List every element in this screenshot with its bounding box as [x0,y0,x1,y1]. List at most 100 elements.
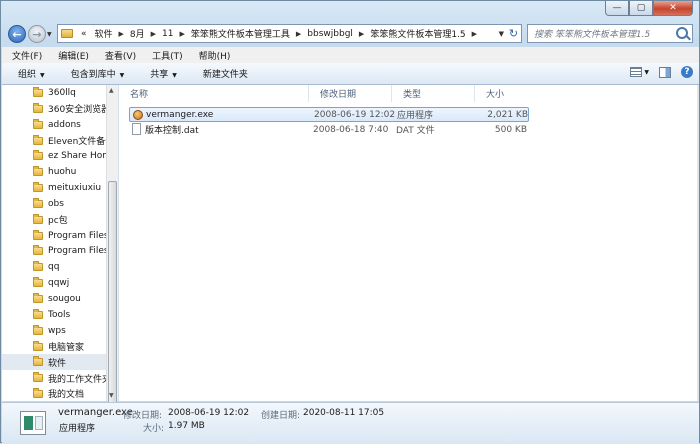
search-input[interactable]: 搜索 笨笨熊文件板本管理1.5 [527,24,693,43]
chevron-down-icon: ▼ [119,72,125,79]
file-type: DAT 文件 [396,126,435,136]
column-header-name[interactable]: 名称 [119,85,309,102]
address-bar[interactable]: « 软件 ▶ 8月 ▶ 11 ▶ 笨笨熊文件板本管理工具 ▶ bbswjbbgl… [57,24,507,43]
sidebar-item[interactable]: huohu [2,164,118,180]
sidebar-item[interactable]: 360llq [2,85,118,101]
sidebar-item[interactable]: Eleven文件备份 [2,133,118,149]
sidebar-item[interactable]: 我的文档 [2,386,118,401]
breadcrumb-item[interactable]: 笨笨熊文件板本管理工具 [187,27,294,40]
chevron-right-icon[interactable]: ▶ [470,30,479,38]
chevron-down-icon[interactable]: ▼ [644,69,649,76]
window-controls: — ▢ ✕ [605,1,693,16]
sidebar-item-label: 360安全浏览器 [48,105,111,116]
organize-label: 组织 [18,70,37,80]
new-folder-label: 新建文件夹 [202,70,248,80]
include-in-library-button[interactable]: 包含到库中 ▼ [55,67,135,80]
details-file-name: vermanger.exe [58,407,133,418]
details-modified-label: 修改日期: [123,411,163,421]
close-button[interactable]: ✕ [653,1,693,16]
view-controls: ▼ ? [630,66,693,78]
view-options-icon[interactable] [630,67,643,77]
sidebar-item-label: meituxiuxiu [48,182,102,193]
file-icon [132,123,141,135]
sidebar-item[interactable]: obs [2,196,118,212]
search-icon[interactable] [676,27,688,39]
file-row[interactable]: 版本控制.dat 2008-06-18 7:40 DAT 文件 500 KB [129,122,529,137]
sidebar-item[interactable]: addons [2,117,118,133]
app-icon [133,110,143,120]
sidebar-item-label: 我的工作文件夹 [48,374,112,385]
sidebar-item[interactable]: 电脑管家 [2,339,118,355]
column-header-size[interactable]: 大小 [475,85,529,102]
folder-icon [33,102,43,113]
chevron-right-icon[interactable]: ▶ [357,30,366,38]
navigation-scrollbar[interactable]: ▲ ▼ [106,85,118,413]
organize-button[interactable]: 组织 ▼ [2,67,55,80]
chevron-right-icon[interactable]: ▶ [178,30,187,38]
sidebar-item[interactable]: pc包 [2,212,118,228]
folder-icon [33,150,43,161]
menu-tools[interactable]: 工具(T) [142,49,189,62]
sidebar-item[interactable]: qqwj [2,275,118,291]
sidebar-item-label: wps [48,325,66,336]
chevron-down-icon: ▼ [172,72,177,79]
share-label: 共享 [150,70,169,80]
sidebar-item-label: 我的文档 [48,390,85,401]
breadcrumb-overflow[interactable]: « [77,29,91,39]
sidebar-item[interactable]: ez Share Hom [2,148,118,164]
file-row[interactable]: vermanger.exe 2008-06-19 12:02 应用程序 2,02… [129,107,529,122]
chevron-right-icon[interactable]: ▶ [149,30,158,38]
search-placeholder: 搜索 笨笨熊文件板本管理1.5 [534,30,651,40]
chevron-down-icon: ▼ [40,72,45,79]
sidebar-item-label: pc包 [48,216,68,227]
column-header-type[interactable]: 类型 [392,85,475,102]
sidebar-item[interactable]: 360安全浏览器 [2,101,118,117]
sidebar-item-label: 软件 [48,358,67,369]
scrollbar-thumb[interactable] [108,181,117,413]
sidebar-item[interactable]: wps [2,323,118,339]
breadcrumb-item[interactable]: bbswjbbgl [303,29,357,39]
minimize-button[interactable]: — [605,1,629,16]
folder-icon [33,388,43,399]
sidebar-item[interactable]: Tools [2,307,118,323]
sidebar-item-label: Tools [48,309,71,320]
folder-icon [33,356,43,367]
sidebar-item-label: obs [48,198,64,209]
file-size: 2,021 KB [487,109,528,120]
refresh-button[interactable]: ↻ [506,24,522,43]
details-created-label: 创建日期: [261,411,301,421]
breadcrumb-item[interactable]: 笨笨熊文件板本管理1.5 [366,27,469,40]
address-dropdown-icon[interactable]: ▼ [499,30,504,38]
sidebar-item[interactable]: 软件 [2,354,118,371]
recent-pages-dropdown[interactable]: ▼ [47,31,52,38]
folder-icon [33,245,43,256]
menu-help[interactable]: 帮助(H) [189,49,237,62]
menu-view[interactable]: 查看(V) [95,49,142,62]
scroll-down-icon[interactable]: ▼ [109,392,114,399]
breadcrumb-item[interactable]: 8月 [126,27,149,40]
sidebar-item[interactable]: sougou [2,291,118,307]
sidebar-item[interactable]: Program Files [2,228,118,244]
help-icon[interactable]: ? [681,66,693,78]
new-folder-button[interactable]: 新建文件夹 [187,67,258,80]
chevron-right-icon[interactable]: ▶ [294,30,303,38]
forward-button[interactable]: → [28,25,46,43]
breadcrumb-item[interactable]: 11 [158,29,177,39]
column-header-date[interactable]: 修改日期 [309,85,392,102]
folder-icon [33,308,43,319]
maximize-button[interactable]: ▢ [629,1,653,16]
sidebar-item[interactable]: 我的工作文件夹 [2,370,118,386]
menu-file[interactable]: 文件(F) [2,49,48,62]
breadcrumb-item[interactable]: 软件 [91,27,117,40]
sidebar-item-label: Program Files [48,246,109,257]
sidebar-item[interactable]: meituxiuxiu [2,180,118,196]
share-button[interactable]: 共享 ▼ [134,67,187,80]
scroll-up-icon[interactable]: ▲ [109,87,114,94]
back-button[interactable]: ← [8,25,26,43]
menu-edit[interactable]: 编辑(E) [48,49,95,62]
sidebar-item[interactable]: Program Files [2,243,118,259]
preview-pane-icon[interactable] [659,66,671,78]
menu-bar: 文件(F) 编辑(E) 查看(V) 工具(T) 帮助(H) [2,47,699,64]
sidebar-item[interactable]: qq [2,259,118,275]
chevron-right-icon[interactable]: ▶ [117,30,126,38]
